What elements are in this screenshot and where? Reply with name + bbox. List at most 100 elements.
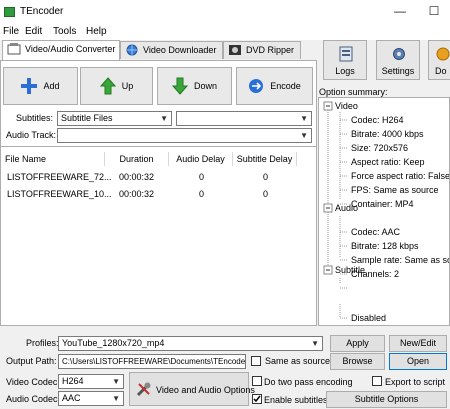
row-subtitle-delay: 0 [263,172,269,182]
globe-icon [126,44,138,56]
tab-video-downloader[interactable]: Video Downloader [120,41,223,59]
chevron-down-icon: ▼ [311,339,319,348]
row-file-name: LISTOFFREEWARE_72... [7,172,112,182]
arrow-up-icon [99,77,116,95]
same-as-source-checkbox[interactable] [251,356,261,366]
dvd-icon [229,45,241,55]
subtitles-select[interactable]: Subtitle Files ▼ [57,111,172,126]
profiles-select[interactable]: YouTube_1280x720_mp4 ▼ [58,336,323,351]
enable-subtitles-label: Enable subtitles [264,395,328,405]
video-codec-value: H264 [62,376,84,386]
tree-node-video[interactable]: Video [335,101,358,111]
encode-button[interactable]: Encode [236,67,313,105]
tree-item: Aspect ratio: Keep [351,157,425,167]
tree-item: Sample rate: Same as sou [351,255,450,265]
open-button[interactable]: Open [389,353,447,370]
tencoder-window: TEncoder — ☐ File Edit Tools Help Video/… [0,0,450,409]
chevron-down-icon: ▼ [300,114,308,123]
menu-tools[interactable]: Tools [53,26,76,37]
up-label: Up [121,81,134,91]
audio-codec-value: AAC [62,393,81,403]
video-audio-options-button[interactable]: Video and Audio Options [129,372,255,406]
app-icon [4,7,15,17]
row-subtitle-delay: 0 [263,189,269,199]
row-duration: 00:00:32 [119,172,155,182]
video-audio-options-label: Video and Audio Options [156,385,255,395]
row-audio-delay: 0 [199,172,205,182]
encode-icon [249,79,264,93]
logs-button[interactable]: Logs [323,40,367,80]
column-header-audio-delay[interactable]: Audio Delay [169,152,233,166]
tree-item: Container: MP4 [351,199,414,209]
row-file-name: LISTOFFREEWARE_10... [7,189,112,199]
minimize-button[interactable]: — [384,1,416,21]
chevron-down-icon: ▼ [112,377,120,386]
option-summary-label: Option summary: [319,87,388,97]
logs-label: Logs [335,66,355,76]
menu-bar: File Edit Tools Help [0,24,450,40]
title-bar: TEncoder — ☐ [0,0,450,24]
two-pass-checkbox[interactable] [252,376,262,386]
tab-label: Video/Audio Converter [25,44,116,54]
subtitle-options-button[interactable]: Subtitle Options [326,391,447,408]
tools-icon [136,382,151,397]
same-as-source-label: Same as source [265,356,331,366]
add-icon [21,78,38,94]
tree-item: Size: 720x576 [351,143,409,153]
up-button[interactable]: Up [80,67,153,105]
window-title: TEncoder [20,6,64,17]
settings-label: Settings [381,66,415,76]
audio-codec-label: Audio Codec: [6,394,61,404]
tree-item: Bitrate: 4000 kbps [351,129,424,139]
tree-item: Bitrate: 128 kbps [351,241,419,251]
output-path-input[interactable]: C:\Users\LISTOFFREEWARE\Documents\TEncod… [58,354,246,369]
new-edit-button[interactable]: New/Edit [389,335,447,352]
down-label: Down [193,81,217,91]
chevron-down-icon: ▼ [112,394,120,403]
tree-item: Disabled [351,313,387,323]
audio-track-select[interactable]: ▼ [57,128,312,143]
partial-toolbar-button[interactable]: Do [428,40,450,80]
tree-node-subtitle[interactable]: Subtitle [335,265,365,275]
export-script-checkbox[interactable] [372,376,382,386]
tree-node-audio[interactable]: Audio [335,203,358,213]
maximize-button[interactable]: ☐ [418,1,450,21]
enable-subtitles-checkbox[interactable] [252,394,262,404]
tab-label: Video Downloader [143,45,217,55]
chevron-down-icon: ▼ [300,131,308,140]
row-audio-delay: 0 [199,189,205,199]
logs-icon [339,46,353,62]
audio-track-label: Audio Track: [6,130,57,140]
profiles-value: YouTube_1280x720_mp4 [62,338,165,348]
chevron-down-icon: ▼ [160,114,168,123]
menu-help[interactable]: Help [86,26,107,37]
two-pass-label: Do two pass encoding [264,377,353,387]
row-duration: 00:00:32 [119,189,155,199]
gear-icon [393,48,405,60]
tree-item: Codec: AAC [351,227,401,237]
settings-button[interactable]: Settings [376,40,420,80]
donate-icon [436,47,450,61]
tab-video-audio-converter[interactable]: Video/Audio Converter [2,40,120,60]
tree-item: Codec: H264 [351,115,404,125]
column-header-subtitle-delay[interactable]: Subtitle Delay [233,152,297,166]
browse-button[interactable]: Browse [330,353,385,370]
table-row[interactable]: LISTOFFREEWARE_10... 00:00:32 0 0 [1,187,316,201]
export-script-label: Export to script [385,377,446,387]
menu-edit[interactable]: Edit [25,26,42,37]
partial-button-label: Do [435,66,447,76]
column-header-duration[interactable]: Duration [105,152,169,166]
video-codec-label: Video Codec: [6,377,60,387]
menu-file[interactable]: File [3,26,19,37]
audio-codec-select[interactable]: AAC ▼ [58,391,124,406]
tab-dvd-ripper[interactable]: DVD Ripper [223,41,301,59]
subtitle-file-select[interactable]: ▼ [176,111,312,126]
apply-button[interactable]: Apply [330,335,385,352]
video-codec-select[interactable]: H264 ▼ [58,374,124,389]
checkmark-icon [253,395,261,403]
add-button[interactable]: Add [3,67,78,105]
output-path-label: Output Path: [6,356,57,366]
column-header-file-name[interactable]: File Name [1,152,105,166]
down-button[interactable]: Down [157,67,232,105]
table-row[interactable]: LISTOFFREEWARE_72... 00:00:32 0 0 [1,170,316,184]
